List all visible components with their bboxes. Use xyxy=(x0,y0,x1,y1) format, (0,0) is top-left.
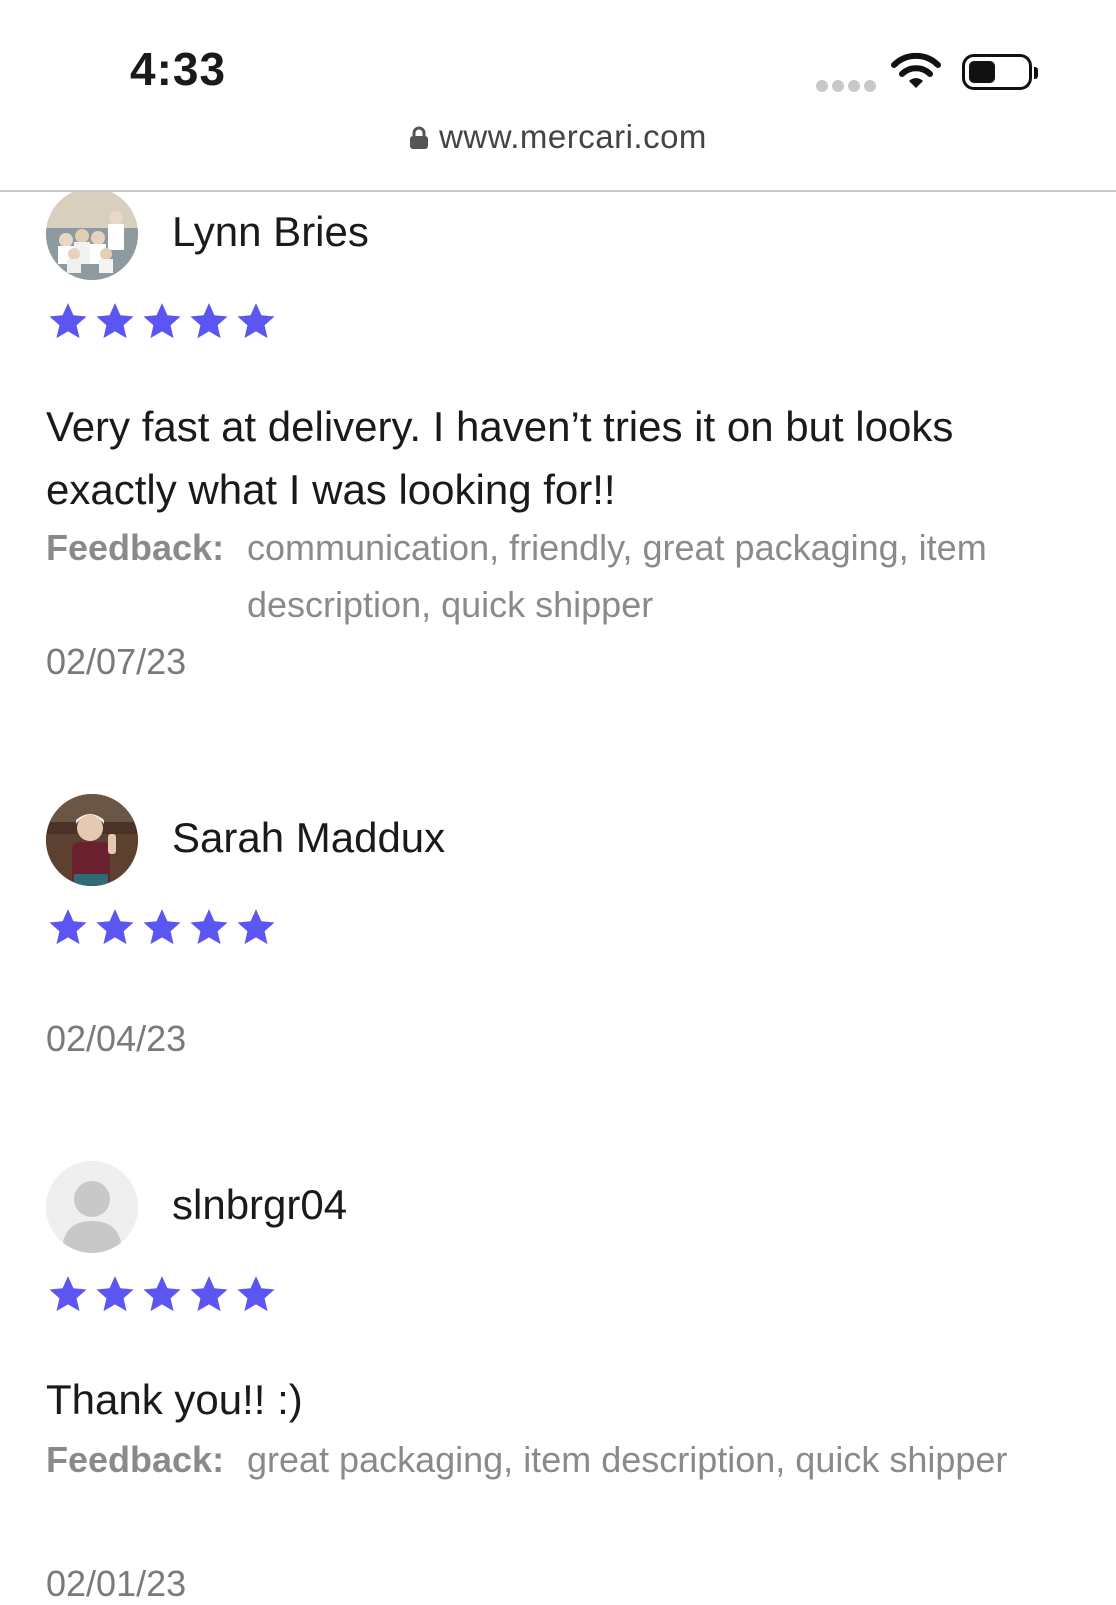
star-rating xyxy=(46,300,278,342)
review-feedback: Feedback: great packaging, item descript… xyxy=(46,1431,1076,1488)
review-date: 02/04/23 xyxy=(46,1018,187,1059)
star-icon xyxy=(143,303,181,339)
review-date: 02/07/23 xyxy=(46,641,187,682)
lock-icon xyxy=(410,126,429,149)
star-icon xyxy=(143,1276,181,1312)
star-rating xyxy=(46,906,278,948)
cellular-signal-icon xyxy=(816,80,876,92)
feedback-label: Feedback: xyxy=(46,527,225,568)
review-feedback: Feedback: communication, friendly, great… xyxy=(46,519,1076,633)
feedback-label: Feedback: xyxy=(46,1439,225,1480)
star-icon xyxy=(96,1276,134,1312)
reviewer-name[interactable]: slnbrgr04 xyxy=(172,1181,347,1229)
star-icon xyxy=(96,909,134,945)
star-icon xyxy=(49,303,87,339)
reviewer-avatar[interactable] xyxy=(46,188,138,280)
star-icon xyxy=(237,1276,275,1312)
feedback-tags: great packaging, item description, quick… xyxy=(247,1439,1008,1480)
star-icon xyxy=(237,909,275,945)
star-icon xyxy=(190,303,228,339)
url-text: www.mercari.com xyxy=(439,118,707,155)
review-comment: Very fast at delivery. I haven’t tries i… xyxy=(46,403,954,513)
review-comment: Thank you!! :) xyxy=(46,1376,303,1423)
battery-icon xyxy=(962,54,1038,90)
star-icon xyxy=(190,1276,228,1312)
star-icon xyxy=(96,303,134,339)
wifi-icon xyxy=(891,52,941,88)
star-icon xyxy=(190,909,228,945)
status-bar: 4:33 www.mercari.com xyxy=(0,0,1116,192)
review-date: 02/01/23 xyxy=(46,1563,187,1604)
star-rating xyxy=(46,1273,278,1315)
star-icon xyxy=(237,303,275,339)
status-time: 4:33 xyxy=(130,43,227,95)
feedback-tags: communication, friendly, great packaging… xyxy=(247,527,987,625)
star-icon xyxy=(143,909,181,945)
star-icon xyxy=(49,1276,87,1312)
address-bar[interactable]: www.mercari.com xyxy=(0,118,1116,156)
default-user-icon[interactable] xyxy=(46,1161,138,1253)
reviewer-name[interactable]: Sarah Maddux xyxy=(172,814,445,862)
star-icon xyxy=(49,909,87,945)
reviewer-avatar[interactable] xyxy=(46,794,138,886)
reviewer-name[interactable]: Lynn Bries xyxy=(172,208,369,256)
